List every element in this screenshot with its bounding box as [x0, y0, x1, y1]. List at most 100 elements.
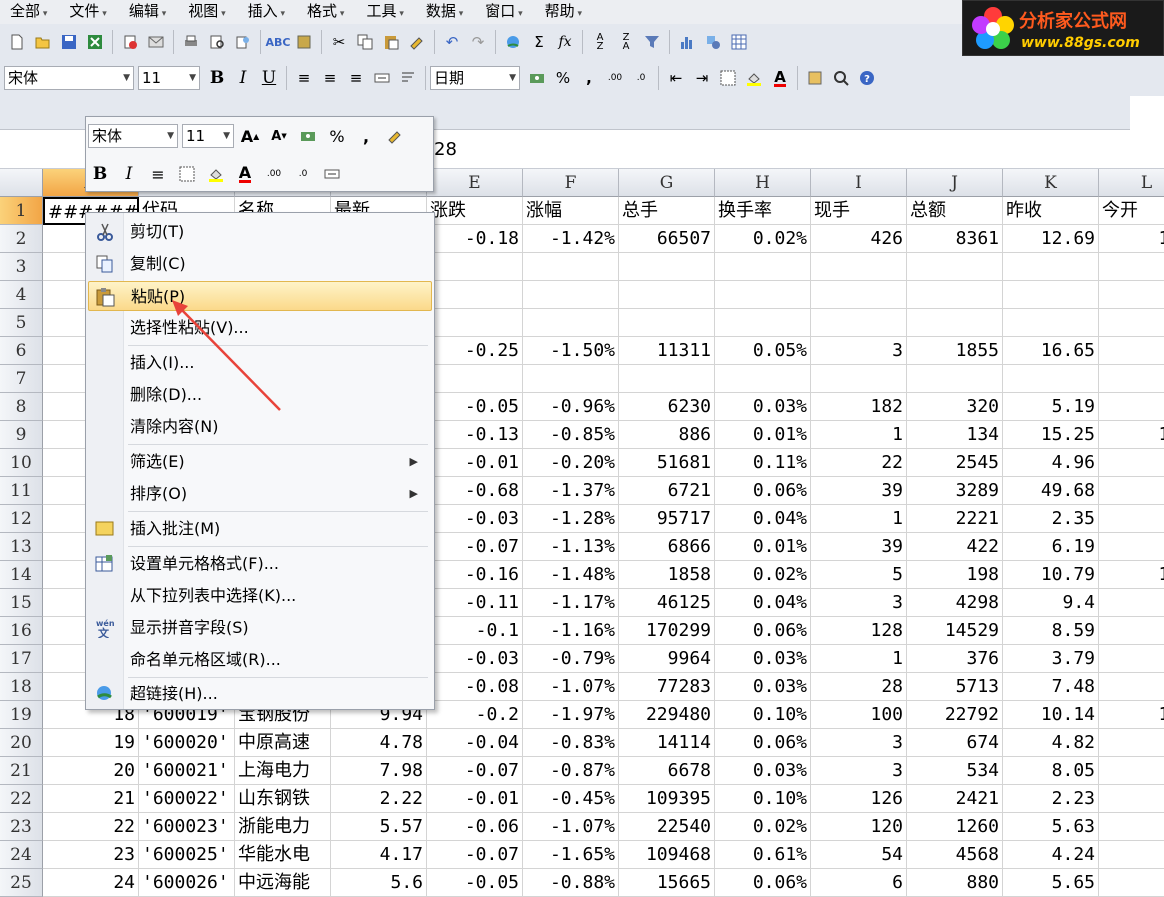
table-cell[interactable]: 534	[907, 757, 1003, 785]
table-cell[interactable]: 5	[1099, 869, 1164, 897]
excel-icon[interactable]	[83, 30, 107, 54]
table-cell[interactable]: 8.	[1099, 617, 1164, 645]
table-cell[interactable]	[523, 309, 619, 337]
table-cell[interactable]	[427, 253, 523, 281]
save-icon[interactable]	[57, 30, 81, 54]
formula-value[interactable]: 28	[434, 139, 457, 160]
table-cell[interactable]: 12.69	[1003, 225, 1099, 253]
table-cell[interactable]: 4.24	[1003, 841, 1099, 869]
table-cell[interactable]: 51681	[619, 449, 715, 477]
table-cell[interactable]: -0.03	[427, 645, 523, 673]
table-cell[interactable]: 10.14	[1003, 701, 1099, 729]
table-cell[interactable]	[1099, 309, 1164, 337]
cell-l1[interactable]: 今开	[1099, 197, 1164, 225]
mini-comma-button[interactable]: ,	[354, 124, 378, 148]
row-header[interactable]: 8	[0, 393, 43, 421]
table-cell[interactable]: 2221	[907, 505, 1003, 533]
table-cell[interactable]: -0.96%	[523, 393, 619, 421]
table-cell[interactable]	[1003, 365, 1099, 393]
menu-item-clear-contents[interactable]: 清除内容(N)	[88, 412, 432, 442]
table-cell[interactable]: 2.35	[1003, 505, 1099, 533]
table-cell[interactable]: -0.83%	[523, 729, 619, 757]
table-cell[interactable]: 22	[811, 449, 907, 477]
undo-icon[interactable]: ↶	[440, 30, 464, 54]
table-cell[interactable]: 8361	[907, 225, 1003, 253]
row-header[interactable]: 12	[0, 505, 43, 533]
autosum-icon[interactable]: Σ	[527, 30, 551, 54]
table-cell[interactable]: 6.	[1099, 533, 1164, 561]
table-cell[interactable]: 0.10%	[715, 701, 811, 729]
table-cell[interactable]	[811, 365, 907, 393]
mini-currency-icon[interactable]	[296, 124, 320, 148]
table-cell[interactable]: 170299	[619, 617, 715, 645]
table-cell[interactable]: 5	[811, 561, 907, 589]
cell-f1[interactable]: 涨幅	[523, 197, 619, 225]
cell-j1[interactable]: 总额	[907, 197, 1003, 225]
menu-item-hyperlink[interactable]: 超链接(H)...	[88, 679, 432, 709]
table-cell[interactable]: 0.03%	[715, 673, 811, 701]
table-cell[interactable]: -0.88%	[523, 869, 619, 897]
table-cell[interactable]: 0.06%	[715, 729, 811, 757]
format-painter-icon[interactable]	[405, 30, 429, 54]
table-cell[interactable]: 10.79	[1003, 561, 1099, 589]
table-cell[interactable]: 上海电力	[235, 757, 331, 785]
table-cell[interactable]: 0.03%	[715, 757, 811, 785]
row-header[interactable]: 6	[0, 337, 43, 365]
table-cell[interactable]	[907, 365, 1003, 393]
table-cell[interactable]: 0.03%	[715, 393, 811, 421]
table-cell[interactable]	[619, 309, 715, 337]
menu-item-sort[interactable]: 排序(O) ▶	[88, 479, 432, 509]
menu-item-cut[interactable]: 剪切(T)	[88, 217, 432, 247]
sort-ascending-icon[interactable]: AZ	[588, 30, 612, 54]
mini-italic-button[interactable]: I	[117, 162, 141, 186]
table-cell[interactable]: 6.19	[1003, 533, 1099, 561]
row-header[interactable]: 16	[0, 617, 43, 645]
table-cell[interactable]: 2.22	[331, 785, 427, 813]
table-cell[interactable]: 4	[1099, 449, 1164, 477]
hyperlink-globe-icon[interactable]	[501, 30, 525, 54]
table-cell[interactable]: 5.	[1099, 393, 1164, 421]
table-cell[interactable]: 15665	[619, 869, 715, 897]
wrap-text-icon[interactable]	[396, 66, 420, 90]
table-cell[interactable]: 16.65	[1003, 337, 1099, 365]
table-cell[interactable]: 3	[811, 589, 907, 617]
column-header-i[interactable]: I	[811, 169, 907, 197]
fill-color-icon[interactable]	[742, 66, 766, 90]
table-cell[interactable]: 9964	[619, 645, 715, 673]
mini-increase-decimal-icon[interactable]: .00	[262, 162, 286, 186]
table-cell[interactable]	[715, 281, 811, 309]
table-cell[interactable]: 山东钢铁	[235, 785, 331, 813]
table-cell[interactable]: 中远海能	[235, 869, 331, 897]
mini-bold-button[interactable]: B	[88, 162, 112, 186]
paste-icon[interactable]	[379, 30, 403, 54]
table-cell[interactable]: 7.	[1099, 673, 1164, 701]
align-right-icon[interactable]: ≡	[344, 66, 368, 90]
table-cell[interactable]	[907, 253, 1003, 281]
table-cell[interactable]: 54	[811, 841, 907, 869]
comma-button[interactable]: ,	[577, 66, 601, 90]
column-header-k[interactable]: K	[1003, 169, 1099, 197]
cell-g1[interactable]: 总手	[619, 197, 715, 225]
menu-item-pick-from-list[interactable]: 从下拉列表中选择(K)...	[88, 581, 432, 611]
row-header[interactable]: 7	[0, 365, 43, 393]
table-cell[interactable]: 中原高速	[235, 729, 331, 757]
table-cell[interactable]	[1099, 253, 1164, 281]
table-cell[interactable]: -0.87%	[523, 757, 619, 785]
table-cell[interactable]: 5.19	[1003, 393, 1099, 421]
menu-item-paste[interactable]: 粘贴(P)	[88, 281, 432, 311]
cell-k1[interactable]: 昨收	[1003, 197, 1099, 225]
mini-align-center-icon[interactable]: ≡	[146, 162, 170, 186]
table-cell[interactable]: 0.01%	[715, 533, 811, 561]
table-cell[interactable]: 5.63	[1003, 813, 1099, 841]
open-icon[interactable]	[31, 30, 55, 54]
menu-format[interactable]: 格式	[297, 0, 356, 24]
borders-icon[interactable]	[716, 66, 740, 90]
table-cell[interactable]: 1260	[907, 813, 1003, 841]
column-header-f[interactable]: F	[523, 169, 619, 197]
row-header[interactable]: 21	[0, 757, 43, 785]
research-panel-icon[interactable]	[803, 66, 827, 90]
menu-help[interactable]: 帮助	[535, 0, 594, 24]
menu-all[interactable]: 全部	[0, 0, 59, 24]
table-cell[interactable]: -0.03	[427, 505, 523, 533]
table-cell[interactable]: 376	[907, 645, 1003, 673]
